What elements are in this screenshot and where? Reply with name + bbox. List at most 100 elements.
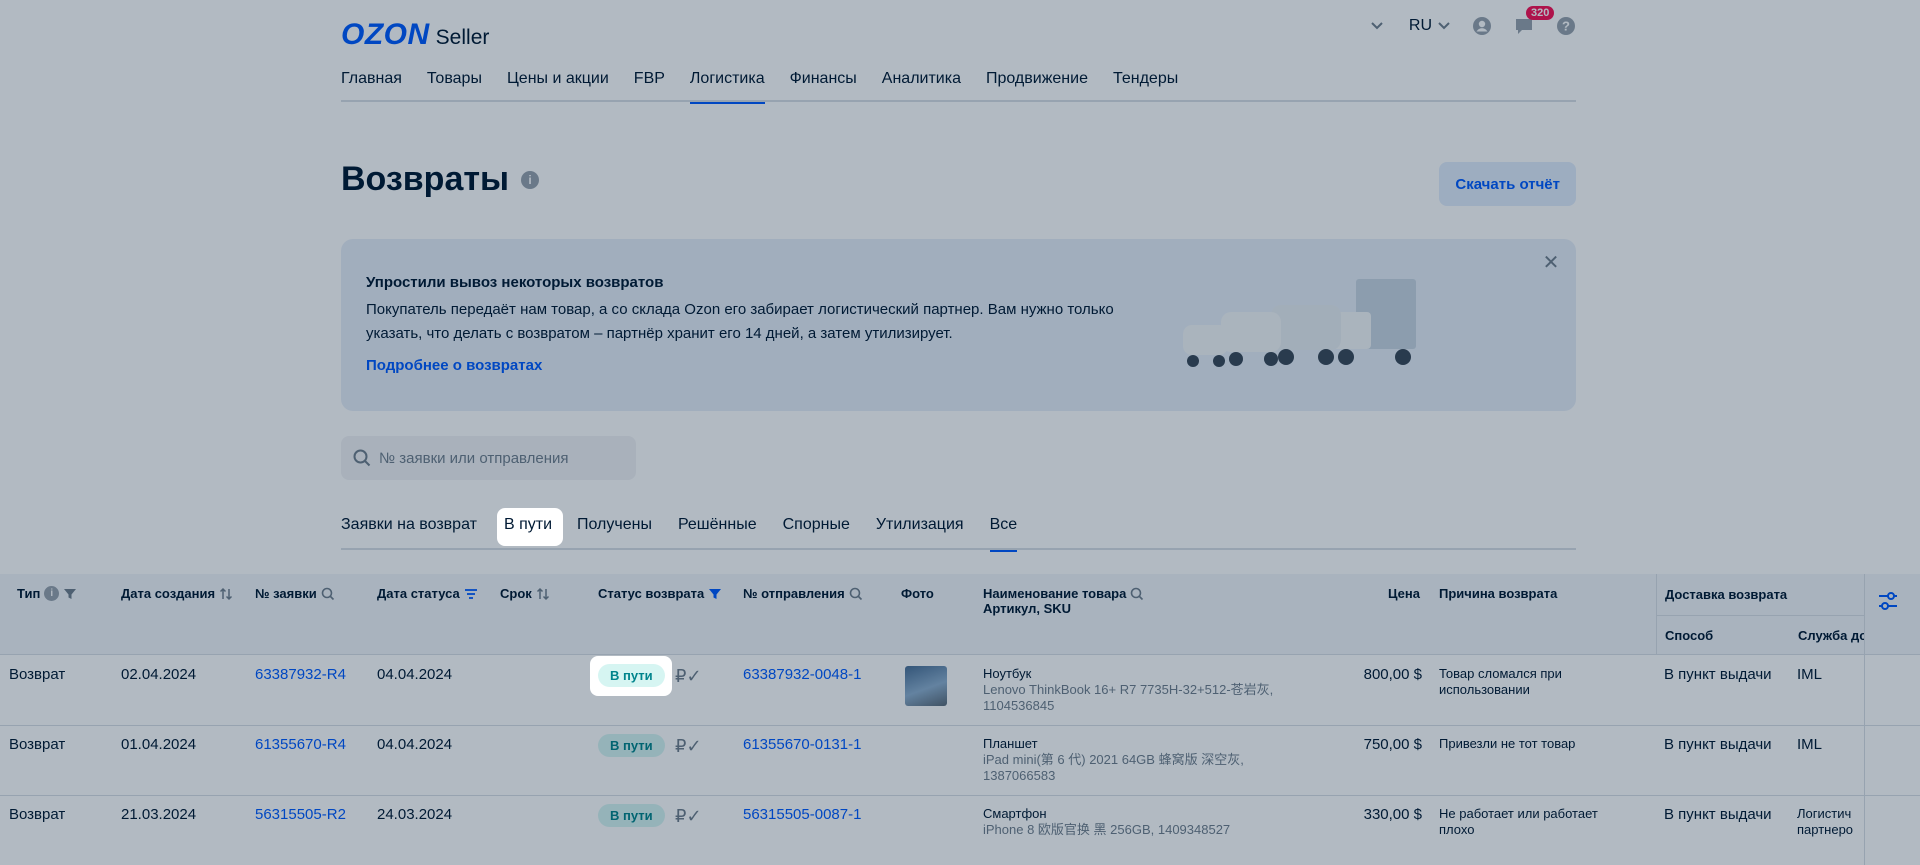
sort-icon[interactable] [219,587,233,601]
cell-created: 02.04.2024 [121,666,197,683]
cell-price: 330,00 $ [1363,806,1422,823]
chevron-down-icon[interactable] [1367,16,1387,36]
cell-created: 01.04.2024 [121,736,197,753]
column-shipment[interactable]: № отправления [743,586,863,601]
nav-item-logistics[interactable]: Логистика [689,66,765,104]
status-badge: В пути [598,804,665,827]
product-name: Ноутбук [983,666,1032,681]
cell-method: В пункт выдачи [1664,806,1772,823]
banner-text: Покупатель передаёт нам товар, а со скла… [366,301,1114,342]
search-icon[interactable] [849,587,863,601]
nav-item-products[interactable]: Товары [427,66,482,102]
cell-type: Возврат [9,666,66,683]
chat-icon[interactable]: 320 [1514,6,1555,36]
column-price: Цена [1388,586,1420,601]
nav-item-analytics[interactable]: Аналитика [882,66,961,102]
search-icon [353,449,371,467]
cell-request-link[interactable]: 61355670-R4 [255,736,346,753]
tab-requests[interactable]: Заявки на возврат [341,508,483,550]
column-status[interactable]: Статус возврата [598,586,722,601]
main-nav: Главная Товары Цены и акции FBP Логистик… [341,66,1576,104]
cell-status-date: 24.03.2024 [377,806,453,823]
search-box [341,436,636,480]
ruble-check-icon: ₽✓ [675,736,702,756]
settings-sliders-icon[interactable] [1877,590,1899,612]
search-icon[interactable] [321,587,335,601]
cell-price: 750,00 $ [1363,736,1422,753]
language-label: RU [1408,17,1432,34]
sort-desc-icon[interactable] [464,588,478,600]
info-icon[interactable]: i [521,170,540,189]
nav-item-fbp[interactable]: FBP [634,66,665,102]
filter-icon[interactable] [63,588,77,600]
spotlight-tab-in-transit[interactable]: В пути [497,508,563,546]
page-title: Возвраты i [341,160,540,199]
tab-disputed[interactable]: Спорные [777,508,856,550]
column-group-delivery: Доставка возврата Способ Служба до [1656,574,1865,655]
info-icon[interactable]: i [44,586,60,601]
column-status-date[interactable]: Дата статуса [377,586,478,601]
column-product-sublabel: Артикул, SKU [983,601,1072,616]
cell-service: IML [1797,736,1823,753]
cell-product: Смартфон iPhone 8 欧版官换 黑 256GB, 14093485… [983,806,1313,838]
cell-status-date: 04.04.2024 [377,736,453,753]
table-header: Тип i Дата создания № заявки Дата статус… [0,574,1920,655]
cell-request-link[interactable]: 56315505-R2 [255,806,346,823]
filter-icon[interactable] [708,588,722,600]
close-icon[interactable]: ✕ [1541,253,1561,273]
profile-icon[interactable] [1472,16,1492,36]
language-selector[interactable]: RU [1409,17,1450,35]
nav-item-promotion[interactable]: Продвижение [986,66,1088,102]
cell-reason: Не работает или работает плохо [1439,806,1598,837]
page: OZON Seller RU 320 ? Главная Товары Цены… [0,0,1920,865]
banner-link[interactable]: Подробнее о возвратах [366,357,542,374]
cell-reason: Товар сломался при использовании [1439,666,1562,697]
help-icon[interactable]: ? [1556,16,1576,36]
column-request[interactable]: № заявки [255,586,335,601]
tab-received[interactable]: Получены [571,508,658,550]
product-details: Lenovo ThinkBook 16+ R7 7735H-32+512-苍岩灰… [983,682,1274,713]
ruble-check-icon: ₽✓ [675,666,702,686]
cell-shipment-link[interactable]: 61355670-0131-1 [743,736,861,753]
cell-request-link[interactable]: 63387932-R4 [255,666,346,683]
product-photo[interactable] [905,666,947,706]
search-input[interactable] [379,436,629,480]
info-banner: Упростили вывоз некоторых возвратов Поку… [341,239,1576,411]
cell-method: В пункт выдачи [1664,736,1772,753]
banner-title: Упростили вывоз некоторых возвратов [366,274,664,291]
chevron-down-icon [1438,22,1450,30]
tab-disposal[interactable]: Утилизация [870,508,970,550]
tab-all[interactable]: Все [984,508,1024,552]
column-term[interactable]: Срок [500,586,550,601]
logo-brand: OZON [341,18,430,51]
nav-item-tenders[interactable]: Тендеры [1113,66,1178,102]
tab-resolved[interactable]: Решённые [672,508,763,550]
nav-item-prices[interactable]: Цены и акции [507,66,609,102]
table-row[interactable]: Возврат 01.04.2024 61355670-R4 04.04.202… [0,726,1920,796]
sort-icon[interactable] [536,587,550,601]
table-row[interactable]: Возврат 21.03.2024 56315505-R2 24.03.202… [0,796,1920,865]
nav-item-finance[interactable]: Финансы [790,66,857,102]
cell-type: Возврат [9,736,66,753]
column-product[interactable]: Наименование товара Артикул, SKU [983,586,1144,616]
column-service: Служба до [1798,628,1865,643]
table-row[interactable]: Возврат 02.04.2024 63387932-R4 04.04.202… [0,656,1920,726]
column-status-date-label: Дата статуса [377,586,460,601]
cell-service: Логистич партнеро [1797,806,1854,837]
logo[interactable]: OZON Seller [341,18,489,52]
column-status-label: Статус возврата [598,586,705,601]
cell-reason: Привезли не тот товар [1439,736,1576,751]
nav-item-home[interactable]: Главная [341,66,402,102]
search-icon[interactable] [1130,587,1144,601]
column-photo: Фото [901,586,934,601]
column-delivery-label: Доставка возврата [1665,587,1788,602]
download-report-button[interactable]: Скачать отчёт [1439,162,1576,206]
cell-price: 800,00 $ [1363,666,1422,683]
header-actions: RU 320 ? [1367,6,1576,36]
cell-shipment-link[interactable]: 63387932-0048-1 [743,666,861,683]
logo-product: Seller [435,26,490,49]
column-type[interactable]: Тип i [17,586,77,601]
column-created[interactable]: Дата создания [121,586,233,601]
cell-shipment-link[interactable]: 56315505-0087-1 [743,806,861,823]
column-request-label: № заявки [255,586,317,601]
